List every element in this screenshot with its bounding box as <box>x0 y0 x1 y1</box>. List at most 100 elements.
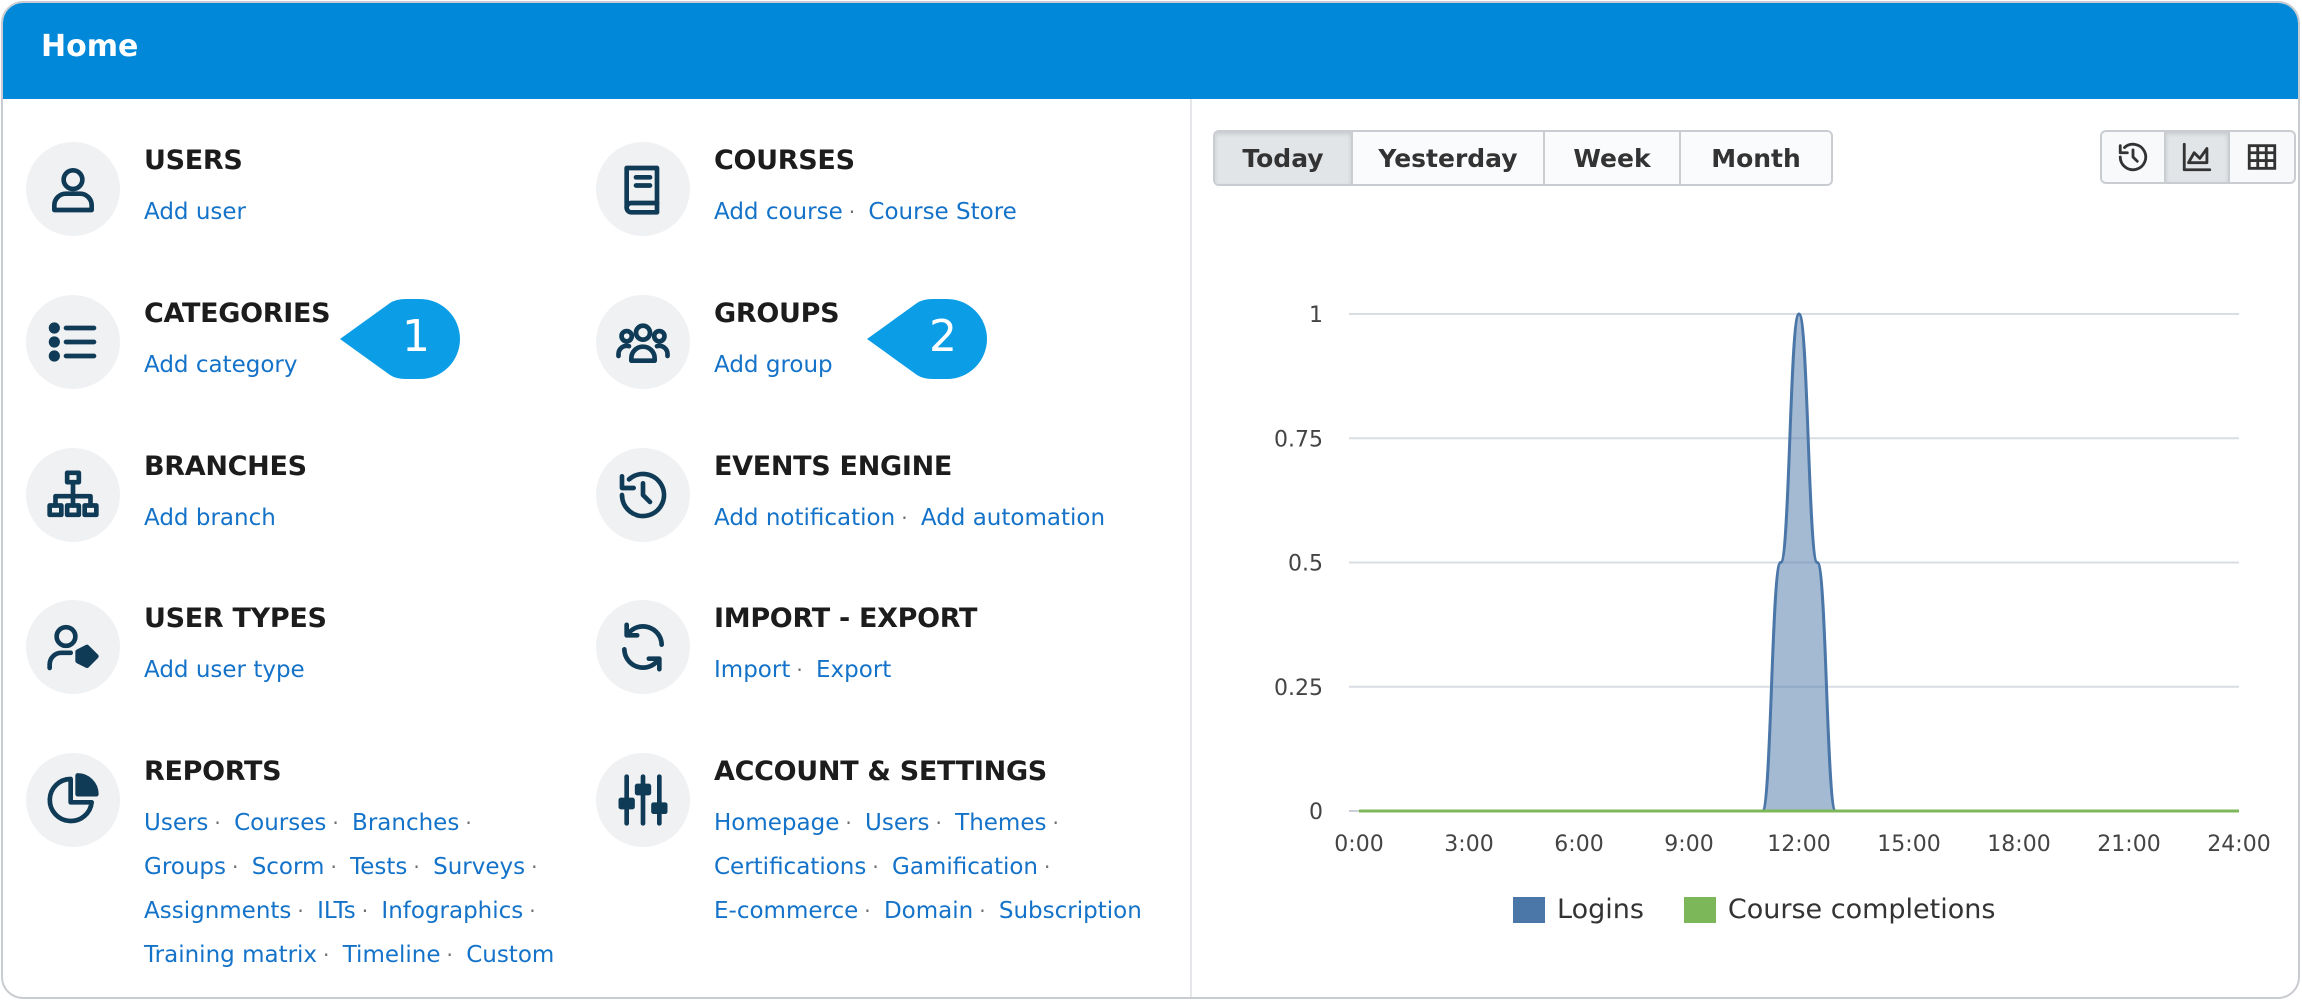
reports-link-infographics[interactable]: Infographics <box>381 898 523 924</box>
link-separator: · <box>465 811 472 835</box>
courses-icon-button[interactable] <box>596 142 690 236</box>
branches-icon-button[interactable] <box>26 448 120 542</box>
link-separator: · <box>214 811 221 835</box>
groups-title[interactable]: GROUPS <box>714 298 840 329</box>
import-export-link-import[interactable]: Import <box>714 657 790 683</box>
sliders-icon <box>618 774 668 826</box>
user-types-icon-button[interactable] <box>26 600 120 694</box>
import-export-icon-button[interactable] <box>596 600 690 694</box>
users-links: Add user <box>144 190 584 234</box>
callout-2-number: 2 <box>929 311 957 362</box>
x-tick-label: 24:00 <box>2207 832 2270 857</box>
account-settings-icon-button[interactable] <box>596 753 690 847</box>
legend-item-logins[interactable]: Logins <box>1513 894 1644 925</box>
table-view-button[interactable] <box>2230 132 2294 182</box>
import-export-link-export[interactable]: Export <box>816 657 891 683</box>
import-export-title[interactable]: IMPORT - EXPORT <box>714 603 977 634</box>
account-settings-link-subscription[interactable]: Subscription <box>999 898 1142 924</box>
link-separator: · <box>232 855 239 879</box>
reports-link-timeline[interactable]: Timeline <box>343 942 441 968</box>
area-chart-view-button[interactable] <box>2166 132 2230 182</box>
reports-link-courses[interactable]: Courses <box>234 810 326 836</box>
account-settings-links: Homepage · Users · Themes · Certifications ·… <box>714 801 1154 933</box>
reports-link-users[interactable]: Users <box>144 810 208 836</box>
branches-title[interactable]: BRANCHES <box>144 451 307 482</box>
events-engine-icon-button[interactable] <box>596 448 690 542</box>
reports-links: Users · Courses · Branches · Groups · Scorm ·… <box>144 801 584 977</box>
reports-link-surveys[interactable]: Surveys <box>433 854 525 880</box>
users-icon-button[interactable] <box>26 142 120 236</box>
callout-2: 2 <box>865 299 987 384</box>
groups-icon-button[interactable] <box>596 295 690 389</box>
reports-link-branches[interactable]: Branches <box>352 810 459 836</box>
reports-link-assignments[interactable]: Assignments <box>144 898 291 924</box>
legend-item-course-completions[interactable]: Course completions <box>1683 894 1996 925</box>
account-settings-link-themes[interactable]: Themes <box>955 810 1046 836</box>
page-title: Home <box>41 29 139 64</box>
y-tick-label: 0 <box>1309 800 1323 825</box>
account-settings-link-homepage[interactable]: Homepage <box>714 810 839 836</box>
list-icon <box>48 322 97 362</box>
history-icon <box>619 471 667 519</box>
user-types-link-add-user-type[interactable]: Add user type <box>144 657 305 683</box>
categories-icon-button[interactable] <box>26 295 120 389</box>
categories-link-add-category[interactable]: Add category <box>144 352 298 378</box>
legend-label-completions: Course completions <box>1727 894 1996 925</box>
callout-1: 1 <box>338 299 460 384</box>
reports-link-scorm[interactable]: Scorm <box>252 854 325 880</box>
link-separator: · <box>1044 855 1051 879</box>
link-separator: · <box>332 811 339 835</box>
events-engine-links: Add notification · Add automation <box>714 496 1154 540</box>
account-settings-link-e-commerce[interactable]: E-commerce <box>714 898 858 924</box>
events-engine-link-add-notification[interactable]: Add notification <box>714 505 895 531</box>
branches-link-add-branch[interactable]: Add branch <box>144 505 276 531</box>
courses-link-add-course[interactable]: Add course <box>714 199 843 225</box>
filter-week-button[interactable]: Week <box>1545 132 1681 184</box>
reports-icon-button[interactable] <box>26 753 120 847</box>
events-engine-title[interactable]: EVENTS ENGINE <box>714 451 952 482</box>
filter-yesterday-button[interactable]: Yesterday <box>1353 132 1545 184</box>
reports-link-groups[interactable]: Groups <box>144 854 226 880</box>
account-settings-link-certifications[interactable]: Certifications <box>714 854 866 880</box>
account-settings-link-domain[interactable]: Domain <box>884 898 973 924</box>
account-settings-link-users[interactable]: Users <box>865 810 929 836</box>
x-tick-label: 3:00 <box>1444 832 1493 857</box>
users-link-add-user[interactable]: Add user <box>144 199 246 225</box>
y-tick-label: 0.75 <box>1274 427 1323 452</box>
reports-link-ilts[interactable]: ILTs <box>317 898 356 924</box>
reports-link-tests[interactable]: Tests <box>350 854 407 880</box>
filter-today-button[interactable]: Today <box>1215 132 1353 184</box>
link-separator: · <box>297 899 304 923</box>
groups-link-add-group[interactable]: Add group <box>714 352 833 378</box>
link-separator: · <box>529 899 536 923</box>
users-title[interactable]: USERS <box>144 145 243 176</box>
link-separator: · <box>901 506 908 530</box>
y-tick-label: 0.25 <box>1274 676 1323 701</box>
reports-link-training-matrix[interactable]: Training matrix <box>144 942 317 968</box>
courses-link-course-store[interactable]: Course Store <box>868 199 1016 225</box>
link-separator: · <box>413 855 420 879</box>
pie-chart-icon <box>47 773 99 824</box>
sync-icon <box>622 622 664 672</box>
reports-link-custom[interactable]: Custom <box>466 942 554 968</box>
account-settings-link-gamification[interactable]: Gamification <box>892 854 1038 880</box>
top-bar: Home <box>3 3 2298 99</box>
events-engine-link-add-automation[interactable]: Add automation <box>921 505 1105 531</box>
history-icon <box>2118 142 2148 172</box>
courses-title[interactable]: COURSES <box>714 145 855 176</box>
user-icon <box>52 168 94 213</box>
link-separator: · <box>531 855 538 879</box>
filter-month-button[interactable]: Month <box>1681 132 1831 184</box>
account-settings-title[interactable]: ACCOUNT & SETTINGS <box>714 756 1047 787</box>
branches-links: Add branch <box>144 496 584 540</box>
dashboard-frame: Home USERS Add user CATEGORIES Add category… <box>1 1 2300 999</box>
reports-title[interactable]: REPORTS <box>144 756 282 787</box>
categories-title[interactable]: CATEGORIES <box>144 298 331 329</box>
link-separator: · <box>1052 811 1059 835</box>
user-types-title[interactable]: USER TYPES <box>144 603 327 634</box>
x-tick-label: 15:00 <box>1877 832 1940 857</box>
import-export-links: Import · Export <box>714 648 1154 692</box>
chart-legend: Logins Course completions <box>1513 894 2035 925</box>
history-view-button[interactable] <box>2102 132 2166 182</box>
y-tick-label: 0.5 <box>1288 552 1323 577</box>
